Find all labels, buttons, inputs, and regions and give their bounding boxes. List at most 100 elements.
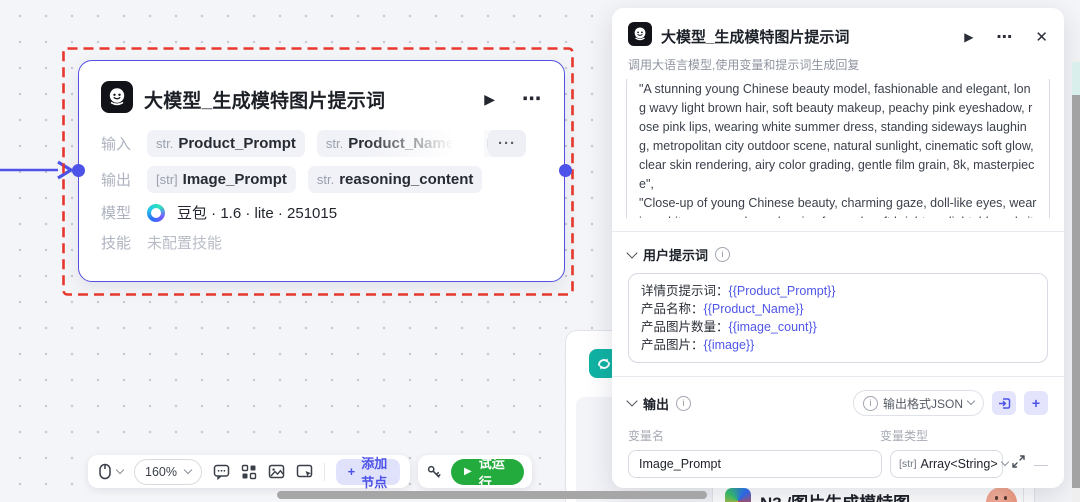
node-output-port[interactable]	[559, 164, 572, 177]
tag-type: str.	[326, 136, 343, 151]
skill-value: 未配置技能	[147, 232, 222, 253]
chevron-down-icon[interactable]	[626, 247, 637, 258]
tag-type: str.	[317, 172, 334, 187]
panel-more-button[interactable]: ⋯	[996, 27, 1012, 47]
add-node-label: 添加节点	[361, 453, 388, 491]
tag-type: [str]	[156, 172, 178, 187]
output-title: 输出	[643, 394, 669, 413]
panel-node-icon	[628, 22, 652, 51]
prompt-preview-line: "A stunning young Chinese beauty model, …	[639, 80, 1037, 194]
llm-node-icon	[101, 81, 133, 118]
add-node-button[interactable]: + 添加节点	[336, 459, 400, 485]
chevron-down-icon[interactable]	[116, 465, 124, 473]
model-value: 豆包 · 1.6 · lite · 251015	[177, 202, 337, 223]
layout-tool-icon[interactable]	[241, 464, 257, 480]
info-icon: i	[715, 247, 730, 262]
play-icon: ▶	[464, 466, 472, 477]
variable-type-select[interactable]: [str] Array<String>	[890, 450, 1003, 478]
cursor-mode-button[interactable]	[98, 463, 112, 480]
doubao-model-icon	[147, 204, 165, 222]
expand-icon[interactable]	[1011, 454, 1026, 474]
panel-subtitle: 调用大语言模型,使用变量和提示词生成回复	[628, 56, 1048, 73]
up-label: 产品名称：	[641, 302, 704, 316]
output-section: 输出 i i 输出格式JSON + 变量名 变量类型	[628, 390, 1048, 488]
plus-icon: +	[348, 464, 356, 479]
wrench-tool-icon[interactable]	[426, 464, 442, 480]
remove-variable-button[interactable]: —	[1034, 456, 1048, 472]
panel-divider	[612, 231, 1064, 232]
image-tool-icon[interactable]	[268, 464, 285, 479]
chevron-down-icon	[184, 465, 192, 473]
skill-row-label: 技能	[101, 232, 135, 253]
output-row-label: 输出	[101, 169, 135, 190]
up-label: 产品图片数量：	[641, 320, 729, 334]
node-model-row: 模型 豆包 · 1.6 · lite · 251015	[101, 202, 542, 223]
tag-type: str.	[156, 136, 173, 151]
info-icon: i	[863, 396, 878, 411]
tag-name: Product_Prompt	[178, 135, 296, 152]
tag-name: Image_Prompt	[183, 171, 287, 188]
background-node-title: N3 /图片生成模特图	[760, 489, 910, 502]
workflow-canvas: N3 /图片生成模特图 大模型_生成模特图片提示词 ▶ ⋯ 输入	[0, 0, 1080, 502]
canvas-toolbar: 160% + 添加节点	[88, 455, 410, 488]
tag-name: reasoning_content	[339, 171, 473, 188]
image-gen-node-icon	[725, 488, 751, 502]
type-badge: [str]	[899, 458, 917, 470]
input-more-chip[interactable]: ···	[488, 130, 526, 157]
panel-divider	[612, 376, 1064, 377]
output-variable-row: Image_Prompt [str] Array<String> —	[628, 450, 1048, 478]
frame-select-tool-icon[interactable]	[296, 464, 313, 479]
chevron-down-icon	[967, 397, 975, 405]
chevron-down-icon	[1000, 458, 1008, 466]
up-variable: {{Product_Prompt}}	[729, 284, 836, 298]
type-name: Array<String>	[921, 457, 998, 471]
up-variable: {{Product_Name}}	[704, 302, 804, 316]
toolbar-divider	[324, 463, 325, 481]
panel-run-button[interactable]: ▶	[964, 30, 973, 44]
horizontal-scrollbar-thumb[interactable]	[277, 491, 707, 499]
output-format-dropdown[interactable]: i 输出格式JSON	[853, 390, 984, 416]
panel-title: 大模型_生成模特图片提示词	[661, 26, 955, 47]
tag-fade-mask	[364, 130, 484, 157]
prompt-preview-clip: "A stunning young Chinese beauty model, …	[626, 79, 1050, 218]
prompt-preview-line: "Close-up of young Chinese beauty, charm…	[639, 194, 1037, 218]
info-icon: i	[676, 396, 691, 411]
user-prompt-title: 用户提示词	[643, 245, 708, 264]
input-tag-product-prompt[interactable]: str. Product_Prompt	[147, 130, 305, 157]
run-toolbar: ▶ 试运行	[418, 455, 532, 488]
variable-name-column-header: 变量名	[628, 427, 880, 444]
vertical-scrollbar-thumb[interactable]	[1072, 95, 1080, 488]
variable-type-column-header: 变量类型	[880, 427, 1048, 444]
output-tag-image-prompt[interactable]: [str] Image_Prompt	[147, 166, 296, 193]
import-variables-button[interactable]	[992, 391, 1016, 415]
output-format-label: 输出格式JSON	[883, 395, 963, 412]
add-output-button[interactable]: +	[1024, 391, 1048, 415]
test-run-label: 试运行	[479, 453, 511, 491]
variable-name-input[interactable]: Image_Prompt	[628, 450, 882, 478]
input-row-label: 输入	[101, 133, 135, 154]
zoom-level-dropdown[interactable]: 160%	[134, 459, 202, 485]
model-row-label: 模型	[101, 202, 135, 223]
up-variable: {{image_count}}	[729, 320, 817, 334]
llm-node-card[interactable]: 大模型_生成模特图片提示词 ▶ ⋯ 输入 str. Product_Prompt…	[78, 60, 565, 282]
node-title: 大模型_生成模特图片提示词	[144, 86, 473, 113]
up-label: 产品图片：	[641, 338, 704, 352]
node-input-port[interactable]	[72, 164, 85, 177]
test-run-button[interactable]: ▶ 试运行	[451, 459, 524, 485]
chevron-down-icon[interactable]	[626, 395, 637, 406]
node-skill-row: 技能 未配置技能	[101, 232, 542, 253]
comment-tool-icon[interactable]	[213, 464, 230, 480]
node-run-button[interactable]: ▶	[484, 91, 495, 108]
node-input-row: 输入 str. Product_Prompt str. Product_Name…	[101, 130, 542, 157]
node-more-button[interactable]: ⋯	[522, 88, 542, 111]
minimap-sliver	[1072, 62, 1080, 95]
prompt-preview-box[interactable]: "A stunning young Chinese beauty model, …	[626, 79, 1050, 218]
output-tag-reasoning-content[interactable]: str. reasoning_content	[308, 166, 483, 193]
panel-close-button[interactable]: ✕	[1035, 28, 1048, 46]
user-prompt-box[interactable]: 详情页提示词：{{Product_Prompt}} 产品名称：{{Product…	[628, 273, 1048, 363]
zoom-level-value: 160%	[145, 465, 177, 479]
up-variable: {{image}}	[704, 338, 755, 352]
node-detail-panel: 大模型_生成模特图片提示词 ▶ ⋯ ✕ 调用大语言模型,使用变量和提示词生成回复…	[612, 8, 1064, 488]
node-output-row: 输出 [str] Image_Prompt str. reasoning_con…	[101, 166, 542, 193]
user-prompt-section: 用户提示词 i 详情页提示词：{{Product_Prompt}} 产品名称：{…	[628, 245, 1048, 363]
